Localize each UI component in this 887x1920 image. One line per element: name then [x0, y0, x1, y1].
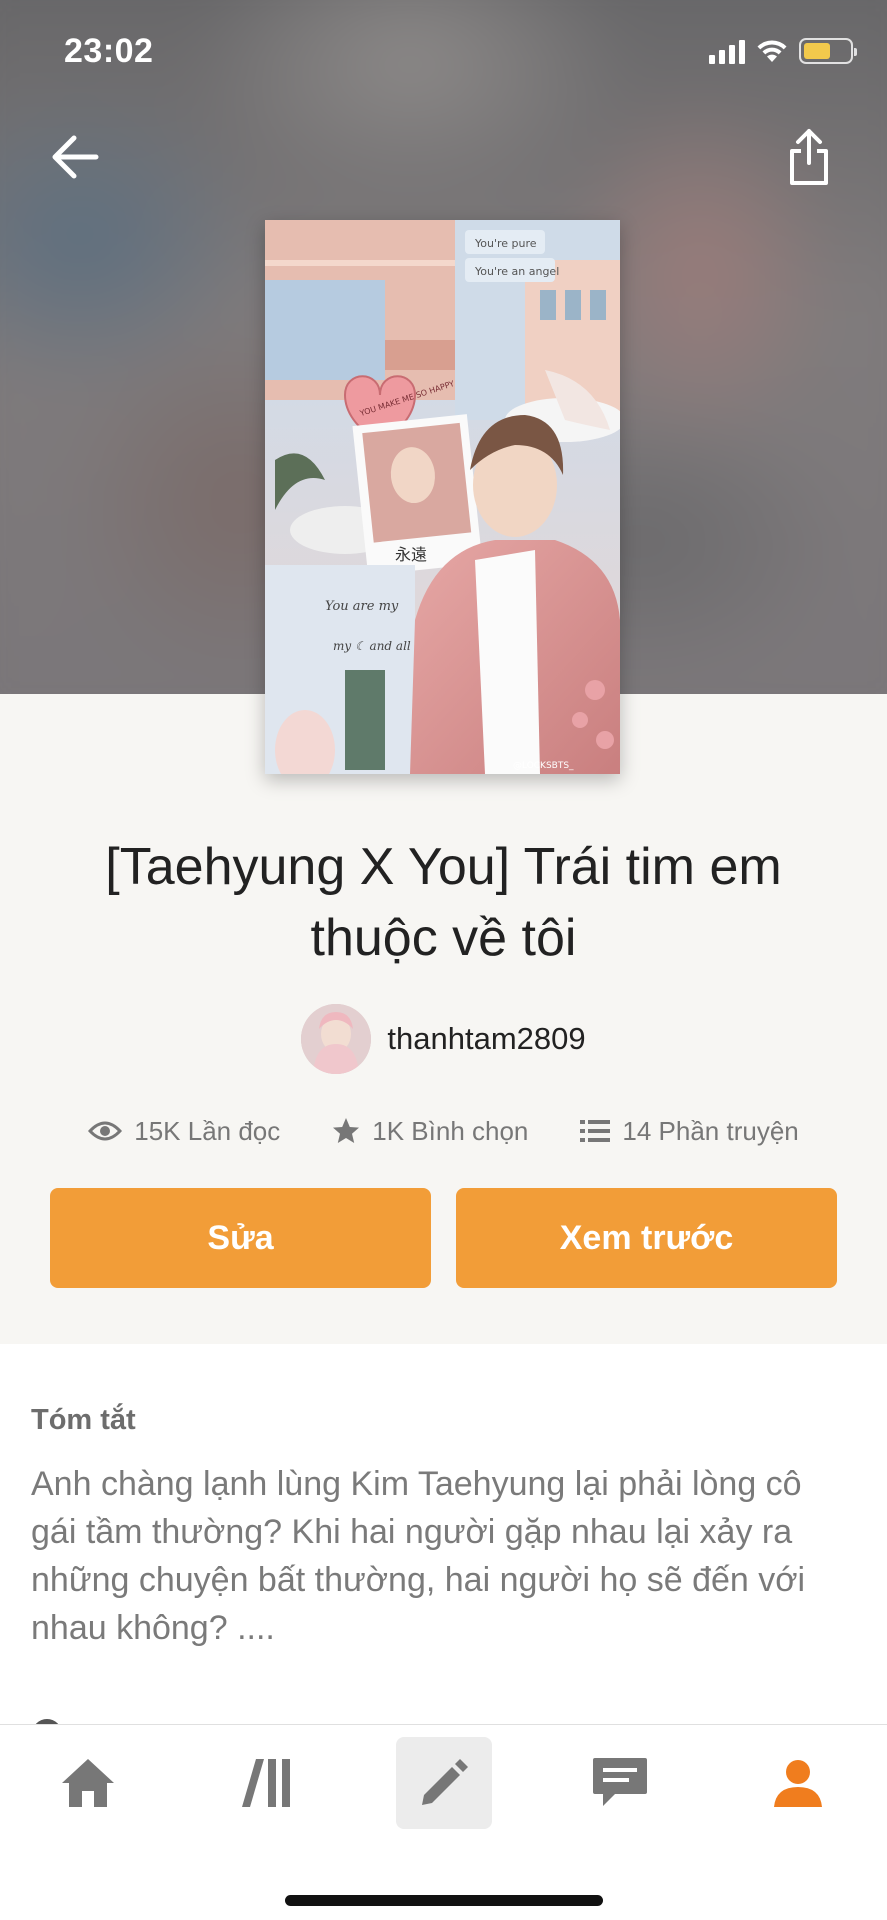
- share-icon: [790, 129, 828, 185]
- stat-parts-label: 14 Phần truyện: [622, 1115, 799, 1146]
- back-button[interactable]: [44, 128, 106, 186]
- preview-button[interactable]: Xem trước: [456, 1188, 837, 1288]
- home-icon: [62, 1759, 114, 1807]
- cover-text-you-are-my: You are my: [325, 599, 399, 614]
- stat-reads-label: 15K Lần đọc: [134, 1115, 281, 1146]
- book-title: [Taehyung X You] Trái tim em thuộc về tô…: [105, 838, 782, 967]
- edit-button[interactable]: Sửa: [50, 1188, 431, 1288]
- tab-messages[interactable]: [572, 1737, 668, 1829]
- summary-text: Anh chàng lạnh lùng Kim Taehyung lại phả…: [31, 1465, 806, 1647]
- cover-text-kanji: 永遠: [395, 545, 427, 564]
- home-indicator: [285, 1895, 603, 1906]
- eye-icon: [88, 1121, 123, 1141]
- book-cover[interactable]: You're pure You're an angel YOU MAKE ME …: [265, 220, 620, 774]
- stat-votes: 1K Bình chọn: [332, 1116, 528, 1147]
- library-icon: [242, 1759, 290, 1807]
- author-row[interactable]: thanhtam2809: [0, 1004, 887, 1074]
- wifi-icon: [757, 40, 787, 62]
- tab-home[interactable]: [40, 1737, 136, 1829]
- battery-level: [804, 43, 831, 59]
- cellular-signal-icon: [709, 38, 745, 64]
- messages-icon: [593, 1758, 647, 1806]
- summary-section: Tóm tắt Anh chàng lạnh lùng Kim Taehyung…: [0, 1344, 887, 1749]
- cover-text-angel: You're an angel: [474, 265, 559, 278]
- stat-votes-label: 1K Bình chọn: [372, 1115, 529, 1146]
- pencil-icon: [422, 1759, 468, 1805]
- author-name[interactable]: thanhtam2809: [387, 1021, 585, 1057]
- profile-icon: [774, 1760, 822, 1807]
- cover-collage: You're pure You're an angel YOU MAKE ME …: [265, 220, 620, 774]
- avatar-image: [301, 1004, 372, 1074]
- tab-profile[interactable]: [750, 1737, 846, 1829]
- status-time: 23:02: [64, 32, 154, 70]
- status-icons: [709, 38, 857, 64]
- cover-watermark: @LOCKSBTS_: [513, 761, 574, 771]
- share-button[interactable]: [781, 124, 837, 190]
- stat-reads: 15K Lần đọc: [88, 1116, 280, 1147]
- tab-library[interactable]: [218, 1737, 314, 1829]
- battery-icon: [799, 38, 857, 64]
- bottom-tab-bar: [0, 1724, 887, 1920]
- stat-parts: 14 Phần truyện: [580, 1115, 799, 1147]
- list-icon: [580, 1120, 611, 1142]
- book-stats: 15K Lần đọc 1K Bình chọn 14 Phần truyện: [0, 1106, 887, 1156]
- action-buttons: Sửa Xem trước: [50, 1188, 837, 1288]
- tab-write[interactable]: [396, 1737, 492, 1829]
- status-bar: 23:02: [0, 0, 887, 100]
- author-avatar[interactable]: [301, 1004, 372, 1074]
- cover-text-pure: You're pure: [474, 237, 537, 250]
- arrow-left-icon: [52, 135, 99, 179]
- summary-heading: Tóm tắt: [31, 1404, 136, 1436]
- star-icon: [333, 1118, 360, 1143]
